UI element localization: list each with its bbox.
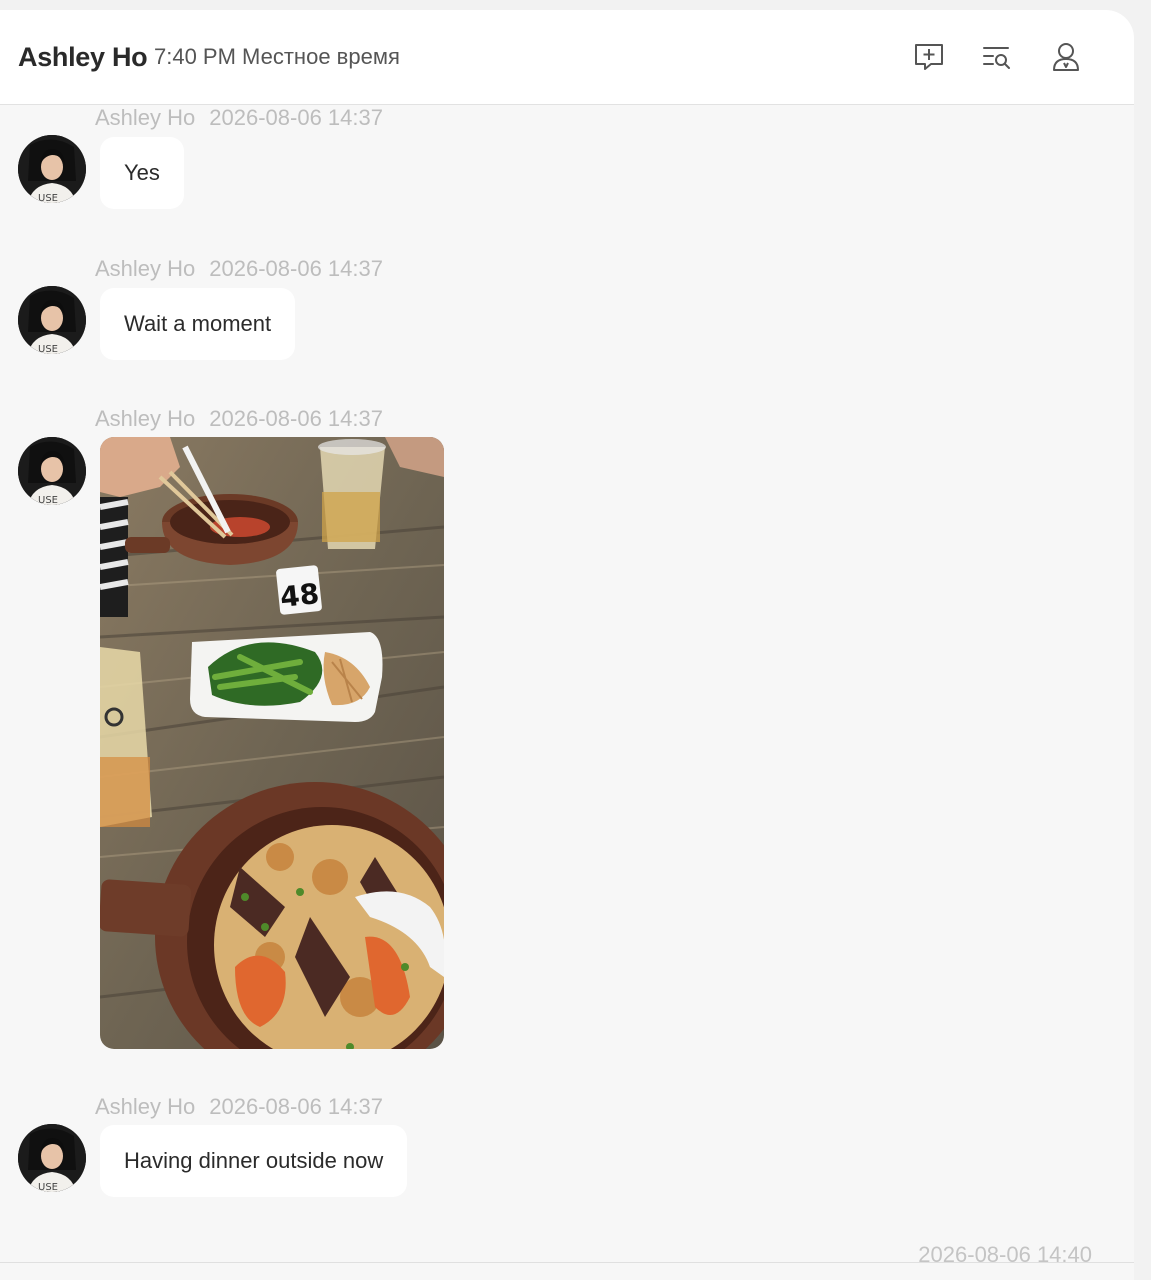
- message-meta: Ashley Ho 2026-08-06 14:37: [95, 406, 383, 432]
- message-timestamp: 2026-08-06 14:37: [209, 256, 383, 281]
- svg-text:USE: USE: [38, 1182, 58, 1192]
- svg-text:USE: USE: [38, 193, 58, 203]
- message-timestamp: 2026-08-06 14:37: [209, 1094, 383, 1119]
- message-photo[interactable]: 48: [100, 437, 444, 1049]
- message-timestamp: 2026-08-06 14:37: [209, 406, 383, 431]
- message-bubble[interactable]: Yes: [100, 137, 184, 209]
- avatar[interactable]: USE: [18, 135, 86, 203]
- contact-name[interactable]: Ashley Ho: [18, 42, 148, 73]
- profile-icon[interactable]: [1049, 40, 1083, 74]
- sender-name: Ashley Ho: [95, 256, 196, 281]
- message-timestamp: 2026-08-06 14:37: [209, 105, 383, 130]
- avatar[interactable]: USE: [18, 286, 86, 354]
- sender-name: Ashley Ho: [95, 1094, 196, 1119]
- table-number: 48: [278, 577, 320, 614]
- svg-text:USE: USE: [38, 495, 58, 505]
- next-message-timestamp: 2026-08-06 14:40: [918, 1242, 1092, 1267]
- divider: [0, 1262, 1134, 1263]
- message-meta: Ashley Ho 2026-08-06 14:37: [95, 256, 383, 282]
- svg-text:USE: USE: [38, 344, 58, 354]
- message-bubble[interactable]: Having dinner outside now: [100, 1125, 408, 1197]
- avatar[interactable]: USE: [18, 437, 86, 505]
- message-meta: Ashley Ho 2026-08-06 14:37: [95, 1094, 383, 1120]
- sender-name: Ashley Ho: [95, 105, 196, 130]
- sender-name: Ashley Ho: [95, 406, 196, 431]
- message-meta: Ashley Ho 2026-08-06 14:37: [95, 105, 383, 131]
- search-history-icon[interactable]: [980, 40, 1014, 74]
- avatar[interactable]: USE: [18, 1124, 86, 1192]
- new-message-icon[interactable]: [912, 40, 946, 74]
- chat-window: Ashley Ho 7:40 PM Местное время Ashley H…: [0, 10, 1134, 1280]
- chat-header: Ashley Ho 7:40 PM Местное время: [0, 10, 1134, 105]
- local-time: 7:40 PM Местное время: [154, 44, 400, 69]
- message-bubble[interactable]: Wait a moment: [100, 288, 296, 360]
